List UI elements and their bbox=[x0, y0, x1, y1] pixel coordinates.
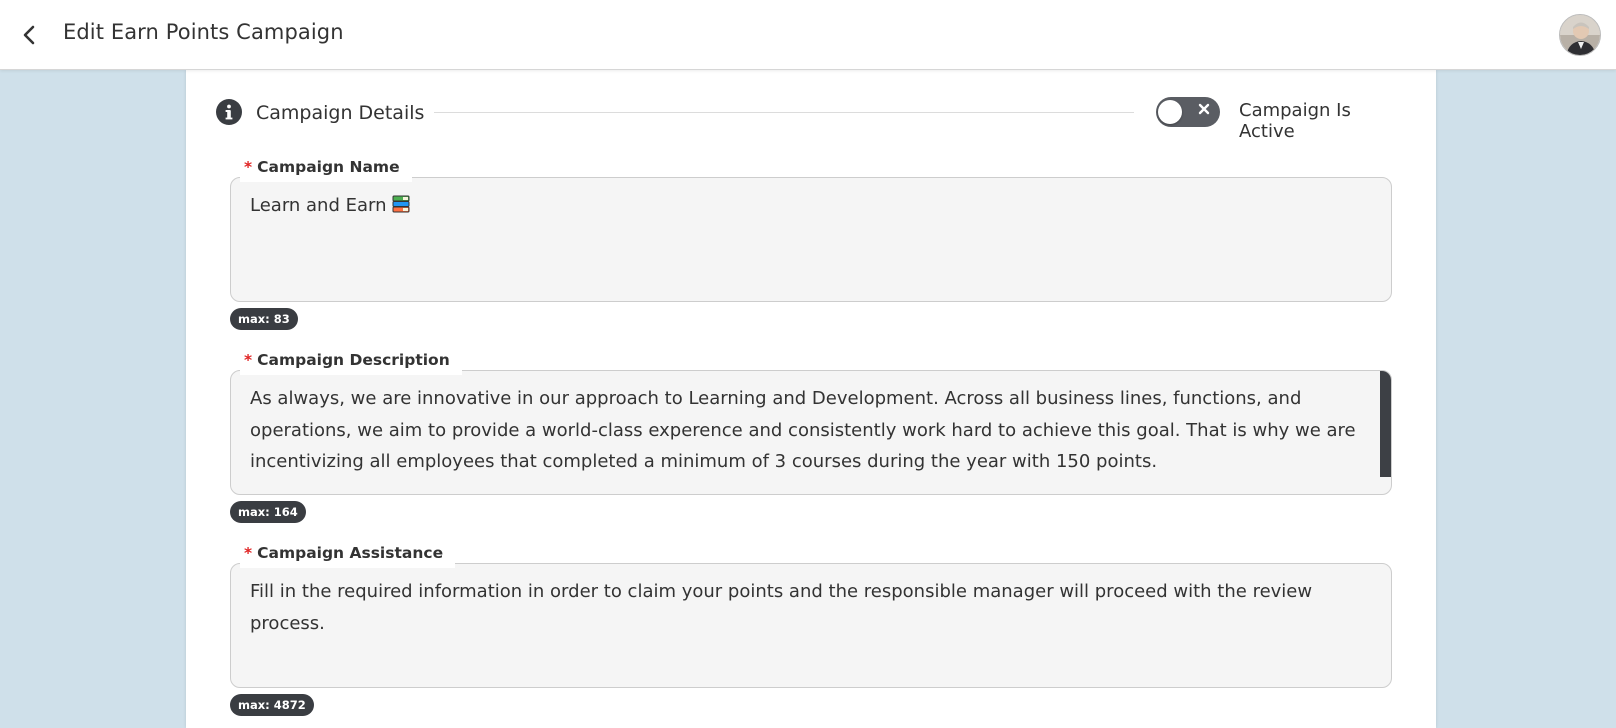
chevron-left-icon bbox=[23, 25, 35, 45]
required-mark: * bbox=[244, 351, 253, 369]
top-bar: Edit Earn Points Campaign bbox=[0, 0, 1616, 70]
campaign-assistance-input[interactable]: Fill in the required information in orde… bbox=[230, 563, 1392, 688]
campaign-assistance-label: * Campaign Assistance bbox=[240, 544, 456, 568]
toggle-knob bbox=[1158, 100, 1182, 124]
section-header: Campaign Details Campaign Is Active bbox=[216, 96, 1406, 142]
toggle-label: Campaign Is Active bbox=[1239, 100, 1351, 142]
page-title: Edit Earn Points Campaign bbox=[63, 20, 344, 44]
back-button[interactable] bbox=[14, 18, 44, 52]
max-length-badge: max: 164 bbox=[230, 501, 306, 523]
campaign-active-toggle[interactable] bbox=[1156, 97, 1220, 127]
campaign-description-input[interactable]: As always, we are innovative in our appr… bbox=[230, 370, 1392, 495]
campaign-description-value: As always, we are innovative in our appr… bbox=[250, 388, 1356, 472]
campaign-name-value: Learn and Earn bbox=[250, 195, 387, 216]
avatar[interactable] bbox=[1559, 14, 1601, 56]
books-emoji-icon bbox=[392, 195, 410, 213]
close-icon bbox=[1198, 103, 1210, 115]
campaign-assistance-value: Fill in the required information in orde… bbox=[250, 581, 1313, 634]
info-icon bbox=[216, 99, 242, 125]
campaign-form-panel: Campaign Details Campaign Is Active Lear… bbox=[186, 70, 1436, 728]
section-title: Campaign Details bbox=[256, 102, 425, 124]
required-mark: * bbox=[244, 158, 253, 176]
scrollbar[interactable] bbox=[1380, 371, 1391, 477]
campaign-name-label: * Campaign Name bbox=[240, 158, 412, 182]
campaign-name-input[interactable]: Learn and Earn bbox=[230, 177, 1392, 302]
max-length-badge: max: 83 bbox=[230, 308, 298, 330]
max-length-badge: max: 4872 bbox=[230, 694, 314, 716]
required-mark: * bbox=[244, 544, 253, 562]
campaign-description-label: * Campaign Description bbox=[240, 351, 462, 375]
section-divider bbox=[434, 112, 1134, 113]
